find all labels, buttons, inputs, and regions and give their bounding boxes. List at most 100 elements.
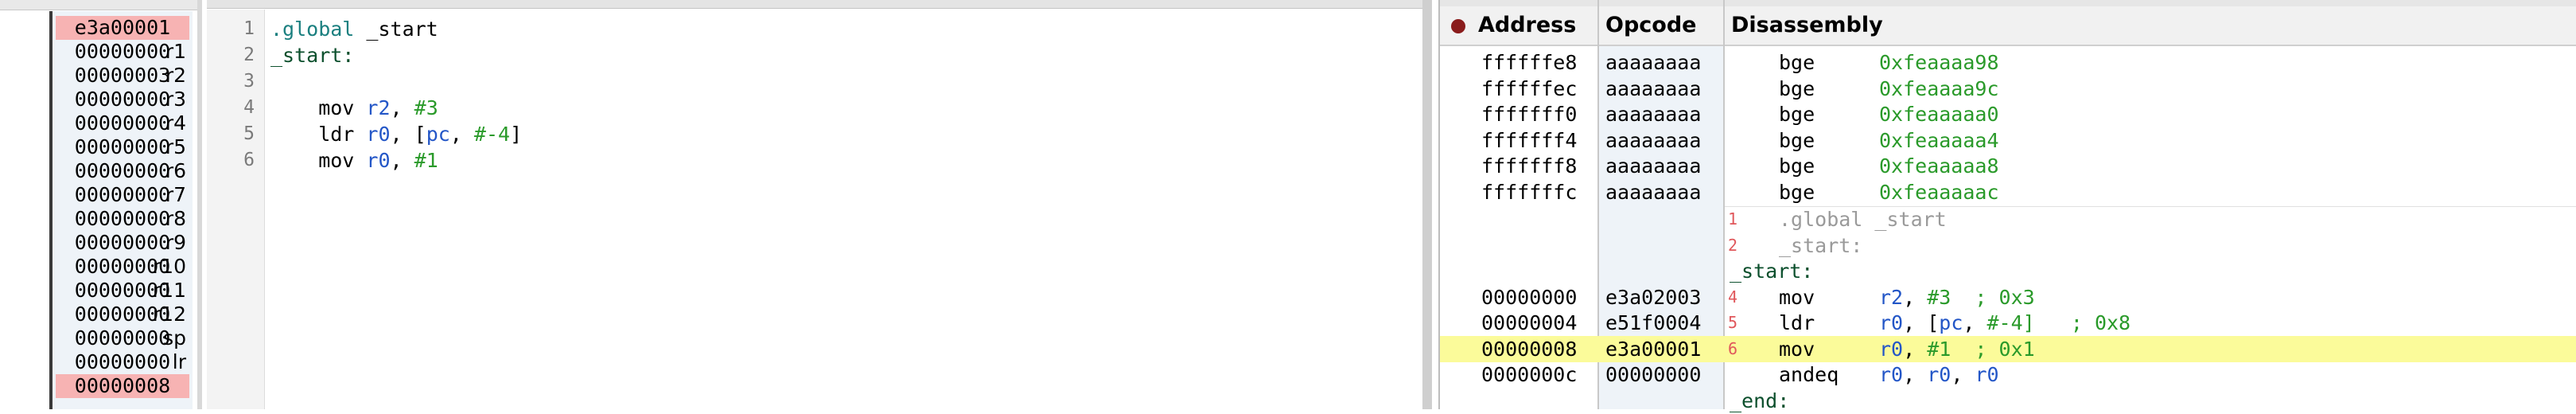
register-row[interactable]: r2 00000003 <box>0 64 197 88</box>
line-number: 4 <box>243 97 255 118</box>
disassembly-row[interactable]: 00000000 e3a02003 4 mov r2, #3 ; 0x3 <box>1440 284 2576 310</box>
end-label-row: _end: <box>1440 388 2576 414</box>
register-value[interactable]: 00000000 <box>56 303 189 326</box>
operand-token: r0 <box>1879 363 1904 386</box>
register-value[interactable]: 00000003 <box>56 64 189 88</box>
code-token: ] <box>510 123 523 146</box>
register-row[interactable]: r1 00000000 <box>0 40 197 64</box>
disassembly-topbar <box>1440 0 2576 6</box>
disassembly-row[interactable]: ffffffec aaaaaaaa bge 0xfeaaaa9c <box>1440 76 2576 102</box>
current-instruction-row[interactable]: 00000008 e3a00001 6 mov r0, #1 ; 0x1 <box>1440 335 2576 362</box>
operand-token: ] ; 0x8 <box>2022 311 2131 334</box>
row-operands: r0, [pc, #-4] ; 0x8 <box>1879 310 2130 336</box>
editor-line[interactable]: 3 <box>207 68 1416 95</box>
source-line: 1 .global _start <box>1440 206 2576 232</box>
register-row[interactable]: r11 00000000 <box>0 279 197 303</box>
register-row[interactable]: r9 00000000 <box>0 231 197 255</box>
row-target: 0xfeaaaaa8 <box>1879 154 1999 178</box>
address-column-header[interactable]: Address <box>1478 6 1576 45</box>
register-value[interactable]: 00000000 <box>56 279 189 303</box>
register-value[interactable]: 00000000 <box>56 135 189 159</box>
register-row[interactable]: r3 00000000 <box>0 88 197 111</box>
register-value[interactable]: 00000000 <box>56 88 189 111</box>
disassembly-row[interactable]: fffffff8 aaaaaaaa bge 0xfeaaaaa8 <box>1440 153 2576 179</box>
register-row[interactable]: r6 00000000 <box>0 159 197 183</box>
disassembly-column-header[interactable]: Disassembly <box>1731 6 1883 45</box>
editor-line[interactable]: 5 ldr r0, [pc, #-4] <box>207 121 1416 147</box>
register-value[interactable]: 00000008 <box>56 374 189 398</box>
editor-line[interactable]: 4 mov r2, #3 <box>207 95 1416 121</box>
register-row[interactable]: sp 00000000 <box>0 326 197 350</box>
row-address: 00000004 <box>1481 311 1578 334</box>
label-row: _start: <box>1440 258 2576 284</box>
line-number: 5 <box>243 123 255 144</box>
register-row[interactable]: r8 00000000 <box>0 207 197 231</box>
code-text[interactable]: ldr r0, [pc, #-4] <box>270 121 522 147</box>
register-value[interactable]: 00000000 <box>56 255 189 279</box>
register-row[interactable]: r0e3a00001 <box>0 16 197 40</box>
row-opcode: aaaaaaaa <box>1605 76 1702 100</box>
editor-line[interactable]: 2 _start: <box>207 42 1416 68</box>
disassembly-row[interactable]: fffffffc aaaaaaaa bge 0xfeaaaaac <box>1440 179 2576 205</box>
operand-token: r0 <box>1879 337 1904 361</box>
code-token: , [ <box>390 123 426 146</box>
row-address: 00000000 <box>1481 285 1578 309</box>
row-address: fffffff0 <box>1481 103 1578 126</box>
editor-header <box>207 0 1422 9</box>
code-token: _start: <box>270 44 355 67</box>
code-token: pc <box>426 123 450 146</box>
register-row[interactable]: r12 00000000 <box>0 303 197 326</box>
register-value[interactable]: 00000000 <box>56 207 189 231</box>
disassembly-row[interactable]: 00000004 e51f0004 5 ldr r0, [pc, #-4] ; 0x8 <box>1440 310 2576 336</box>
editor-line[interactable]: 6 mov r0, #1 <box>207 147 1416 174</box>
operand-token: r2 <box>1879 285 1904 309</box>
row-target: 0xfeaaaaa0 <box>1879 103 1999 126</box>
register-row[interactable]: r5 00000000 <box>0 135 197 159</box>
code-token: r2 <box>366 96 391 119</box>
code-text[interactable]: mov r2, #3 <box>270 95 438 121</box>
row-mnemonic: mov <box>1779 337 1815 361</box>
disassembly-row[interactable]: 0000000c 00000000 andeq r0, r0, r0 <box>1440 361 2576 388</box>
row-target: 0xfeaaaa9c <box>1879 76 1999 100</box>
row-opcode: aaaaaaaa <box>1605 103 1702 126</box>
operand-token: ; 0x3 <box>1951 285 2035 309</box>
disassembly-row[interactable]: fffffff4 aaaaaaaa bge 0xfeaaaaa4 <box>1440 127 2576 154</box>
editor-line[interactable]: 1 .global _start <box>207 16 1416 42</box>
line-number: 6 <box>243 150 255 170</box>
row-mnemonic: bge <box>1779 76 1815 100</box>
row-target: 0xfeaaaaa4 <box>1879 128 1999 152</box>
code-editor[interactable]: 1 .global _start 2 _start: 3 4 mov r2, #3 5 ld… <box>207 0 1432 409</box>
code-text[interactable]: mov r0, #1 <box>270 147 438 174</box>
register-value[interactable]: 00000000 <box>56 231 189 255</box>
code-token: , <box>449 123 474 146</box>
register-value[interactable]: 00000000 <box>56 111 189 135</box>
code-token: mov <box>270 149 367 172</box>
operand-token: r0 <box>1975 363 1999 386</box>
register-value[interactable]: 00000000 <box>56 183 189 207</box>
register-value[interactable]: e3a00001 <box>56 16 189 40</box>
register-panel: r0e3a00001r100000000r200000003r300000000… <box>0 0 202 409</box>
operand-token: , <box>1951 363 1975 386</box>
row-opcode: 00000000 <box>1605 363 1702 386</box>
disassembly-row[interactable]: ffffffe8 aaaaaaaa bge 0xfeaaaa98 <box>1440 49 2576 76</box>
register-value[interactable]: 00000000 <box>56 326 189 350</box>
code-text[interactable]: .global _start <box>270 16 438 42</box>
register-row[interactable]: r10 00000000 <box>0 255 197 279</box>
source-line-number: 2 <box>1728 235 1738 255</box>
code-token: #3 <box>414 96 438 119</box>
code-text[interactable]: _start: <box>270 42 354 68</box>
register-row[interactable]: r7 00000000 <box>0 183 197 207</box>
opcode-column-header[interactable]: Opcode <box>1605 6 1696 45</box>
register-value[interactable]: 00000000 <box>56 350 189 374</box>
breakpoint-icon[interactable] <box>1451 19 1465 33</box>
code-token: , <box>390 96 414 119</box>
register-row[interactable]: lr 00000000 <box>0 350 197 374</box>
row-opcode: e51f0004 <box>1605 311 1702 334</box>
register-value[interactable]: 00000000 <box>56 159 189 183</box>
register-row[interactable]: r4 00000000 <box>0 111 197 135</box>
disassembly-row[interactable]: fffffff0 aaaaaaaa bge 0xfeaaaaa0 <box>1440 101 2576 127</box>
register-row[interactable]: pc00000008 <box>0 374 197 398</box>
row-source-line-number: 5 <box>1728 313 1738 332</box>
disassembly-panel: Address Opcode Disassembly ffffffe8 aaaaa… <box>1438 0 2576 412</box>
register-value[interactable]: 00000000 <box>56 40 189 64</box>
